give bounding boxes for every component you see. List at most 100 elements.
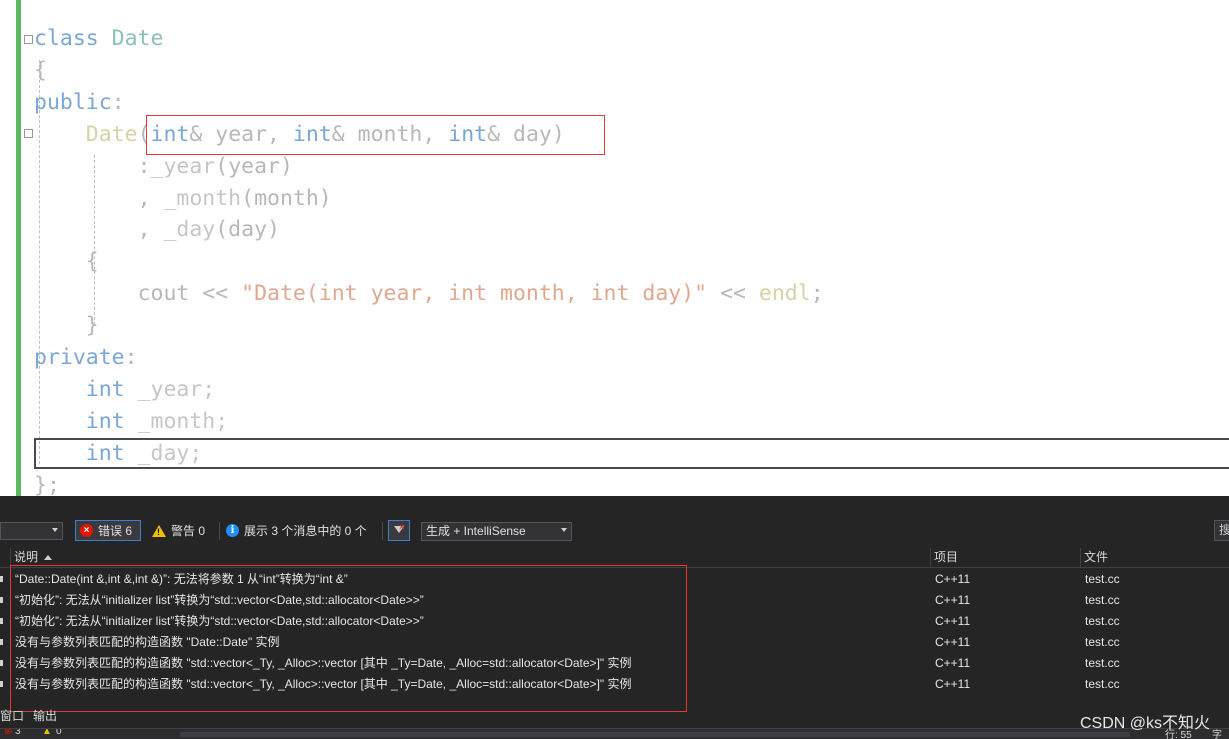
code-token: : bbox=[137, 154, 151, 179]
error-list-panel: × 错误 6 ! 警告 0 i 展示 3 个消息中的 0 个 × 生成 + In… bbox=[0, 496, 1229, 739]
chevron-down-icon bbox=[52, 528, 58, 532]
column-description-label: 说明 bbox=[14, 550, 39, 564]
watermark: CSDN @ks不知火 bbox=[1080, 715, 1211, 732]
code-line: }; bbox=[34, 470, 60, 496]
error-list-toolbar: × 错误 6 ! 警告 0 i 展示 3 个消息中的 0 个 × 生成 + In… bbox=[0, 518, 1229, 544]
code-token: }; bbox=[34, 473, 60, 496]
scope-dropdown[interactable] bbox=[0, 522, 63, 540]
build-source-value: 生成 + IntelliSense bbox=[426, 524, 526, 538]
tab-output[interactable]: 输出 bbox=[33, 706, 57, 726]
code-token: , bbox=[137, 217, 164, 242]
code-line: } bbox=[34, 310, 99, 342]
status-errors-count[interactable]: 3 bbox=[15, 729, 21, 737]
code-line: int _month; bbox=[34, 406, 228, 438]
build-source-dropdown[interactable]: 生成 + IntelliSense bbox=[421, 522, 572, 541]
errors-filter-button[interactable]: × 错误 6 bbox=[75, 520, 141, 541]
code-token: private bbox=[34, 345, 125, 370]
code-token: { bbox=[85, 249, 99, 274]
error-circle-icon: × bbox=[80, 524, 93, 537]
horizontal-scrollbar[interactable] bbox=[180, 732, 1130, 737]
error-project: C++11 bbox=[935, 635, 971, 649]
highlight-box-constructor-params bbox=[146, 115, 605, 155]
search-label: 搜 bbox=[1219, 523, 1229, 537]
code-line: private: bbox=[34, 342, 138, 374]
code-line: { bbox=[34, 55, 47, 87]
code-line: cout << "Date(int year, int month, int d… bbox=[34, 278, 824, 310]
code-line: , _day(day) bbox=[34, 214, 280, 246]
row-marker bbox=[0, 618, 3, 624]
filter-clear-icon: × bbox=[399, 522, 405, 532]
row-marker bbox=[0, 681, 3, 687]
row-marker bbox=[0, 576, 3, 582]
code-token: _month; bbox=[124, 409, 229, 434]
code-token: (month) bbox=[241, 186, 332, 211]
warning-triangle-icon: ! bbox=[152, 524, 166, 537]
code-token: _month bbox=[163, 186, 242, 211]
row-marker bbox=[0, 660, 3, 666]
sort-ascending-icon bbox=[44, 555, 53, 561]
warnings-label: 警告 0 bbox=[171, 524, 206, 538]
status-error-icon: ⊗ bbox=[4, 728, 13, 737]
error-project: C++11 bbox=[935, 677, 971, 691]
error-project: C++11 bbox=[935, 614, 971, 628]
row-marker bbox=[0, 597, 3, 603]
code-token: endl bbox=[758, 281, 811, 306]
code-token: _day bbox=[163, 217, 216, 242]
code-token: (year) bbox=[215, 154, 293, 179]
code-token: << bbox=[707, 281, 759, 306]
change-tracking-bar bbox=[16, 0, 21, 496]
code-token: "Date(int year, int month, int day)" bbox=[241, 281, 708, 306]
filter-toggle-button[interactable]: × bbox=[388, 520, 410, 541]
error-file: test.cc bbox=[1085, 572, 1120, 586]
messages-filter-button[interactable]: i 展示 3 个消息中的 0 个 bbox=[226, 520, 367, 541]
fold-class-icon[interactable] bbox=[24, 35, 33, 44]
code-token: int bbox=[85, 409, 125, 434]
search-box[interactable]: 搜 bbox=[1214, 520, 1229, 541]
code-token: cout << bbox=[137, 281, 242, 306]
error-project: C++11 bbox=[935, 572, 971, 586]
errors-label: 错误 6 bbox=[98, 524, 133, 538]
status-extra: 字符 bbox=[1212, 730, 1222, 739]
toolbar-divider bbox=[219, 522, 220, 540]
code-line: :_year(year) bbox=[34, 151, 293, 183]
status-bar: ⊗ 3 ▲ 0 行: 55 字符 bbox=[0, 728, 1229, 739]
code-token: : bbox=[111, 90, 125, 115]
code-token: : bbox=[124, 345, 138, 370]
code-token: (day) bbox=[215, 217, 280, 242]
warnings-filter-button[interactable]: ! 警告 0 bbox=[152, 520, 205, 541]
column-header-project[interactable]: 项目 bbox=[930, 548, 1082, 567]
code-token: , bbox=[137, 186, 164, 211]
code-token: Date bbox=[111, 26, 164, 51]
error-file: test.cc bbox=[1085, 593, 1120, 607]
error-file: test.cc bbox=[1085, 635, 1120, 649]
error-file: test.cc bbox=[1085, 656, 1120, 670]
code-editor[interactable]: class Date{public: Date(int& year, int& … bbox=[0, 0, 1229, 496]
fold-constructor-icon[interactable] bbox=[24, 129, 33, 138]
code-token: ; bbox=[810, 281, 824, 306]
column-file-label: 文件 bbox=[1084, 550, 1109, 564]
code-token: int bbox=[85, 377, 125, 402]
code-line: { bbox=[34, 246, 99, 278]
tab-window[interactable]: 窗口 bbox=[0, 706, 24, 726]
error-file: test.cc bbox=[1085, 614, 1120, 628]
code-line: int _year; bbox=[34, 374, 215, 406]
status-warnings-count[interactable]: 0 bbox=[56, 729, 62, 737]
highlight-box-errors bbox=[10, 565, 687, 712]
error-project: C++11 bbox=[935, 656, 971, 670]
code-token: class bbox=[34, 26, 112, 51]
row-marker bbox=[0, 639, 3, 645]
code-line: public: bbox=[34, 87, 125, 119]
chevron-down-icon bbox=[561, 528, 567, 532]
column-project-label: 项目 bbox=[934, 550, 959, 564]
code-token: _year; bbox=[124, 377, 216, 402]
column-header-file[interactable]: 文件 bbox=[1080, 548, 1229, 567]
toolbar-divider bbox=[382, 522, 383, 540]
code-line: , _month(month) bbox=[34, 183, 332, 215]
